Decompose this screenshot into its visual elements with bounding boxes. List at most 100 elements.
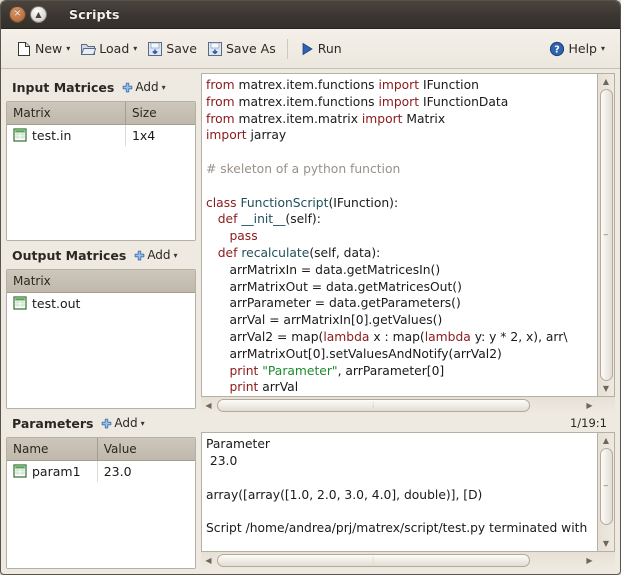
parameter-name-cell[interactable]: param1 <box>7 460 98 482</box>
console-output-content: Parameter 23.0 array([array([1.0, 2.0, 3… <box>202 433 597 537</box>
console-vscroll-track[interactable]: ━ <box>599 447 613 537</box>
editor-vertical-scrollbar[interactable]: ▲ ━ ▼ <box>598 73 615 398</box>
console-line: array([array([1.0, 2.0, 3.0, 4.0], doubl… <box>206 487 483 502</box>
code-line: from matrex.item.functions import IFunct… <box>206 77 597 94</box>
grip-icon: ⋮ <box>369 401 378 410</box>
code-line: import jarray <box>206 127 597 144</box>
script-editor[interactable]: from matrex.item.functions import IFunct… <box>201 73 598 398</box>
input-matrices-table-wrap[interactable]: Matrix Size test.in 1x4 <box>6 101 196 241</box>
chevron-down-icon[interactable]: ▾ <box>66 44 70 53</box>
window-title: Scripts <box>69 7 120 22</box>
code-line: arrMatrixOut = data.getMatricesOut() <box>206 279 597 296</box>
editor-vscroll-thumb[interactable]: ━ <box>599 89 613 382</box>
editor-hscroll-track[interactable]: ⋮ <box>216 399 582 413</box>
chevron-down-icon[interactable]: ▾ <box>162 83 166 92</box>
column-header-name[interactable]: Name <box>7 438 98 461</box>
column-header-matrix[interactable]: Matrix <box>7 270 195 293</box>
console-horizontal-scrollbar[interactable]: ◀ ⋮ ▶ <box>201 552 615 569</box>
shade-window-icon[interactable]: ▲ <box>30 6 47 23</box>
add-output-matrix-button[interactable]: Add ▾ <box>132 247 179 263</box>
scroll-right-icon[interactable]: ▶ <box>583 399 596 412</box>
scroll-up-icon[interactable]: ▲ <box>600 75 613 88</box>
table-row[interactable]: test.out <box>7 292 195 314</box>
script-editor-content[interactable]: from matrex.item.functions import IFunct… <box>202 74 597 396</box>
table-row[interactable]: test.in 1x4 <box>7 124 195 146</box>
new-button[interactable]: New ▾ <box>11 38 75 60</box>
code-token: matrex.item.functions <box>234 78 379 92</box>
console-vertical-scrollbar[interactable]: ▲ ━ ▼ <box>598 432 615 552</box>
scroll-down-icon[interactable]: ▼ <box>600 382 613 395</box>
add-parameter-label: Add <box>114 416 138 430</box>
run-button-label: Run <box>317 41 342 56</box>
parameters-header: Parameters Add ▾ <box>6 409 196 437</box>
code-token: x : map( <box>369 329 425 344</box>
add-parameter-button[interactable]: Add ▾ <box>99 415 146 431</box>
output-matrices-empty-space <box>7 314 195 408</box>
scroll-down-icon[interactable]: ▼ <box>600 537 613 550</box>
chevron-down-icon[interactable]: ▾ <box>133 44 137 53</box>
console-output[interactable]: Parameter 23.0 array([array([1.0, 2.0, 3… <box>201 432 598 552</box>
console-vscroll-thumb[interactable]: ━ <box>599 448 613 526</box>
editor-vscroll-track[interactable]: ━ <box>599 88 613 382</box>
save-button-label: Save <box>166 41 197 56</box>
table-row[interactable]: param1 23.0 <box>7 460 195 482</box>
code-token: arrVal = arrMatrixIn[0].getValues() <box>206 313 443 328</box>
column-header-matrix[interactable]: Matrix <box>7 102 126 125</box>
code-line: print arrVal <box>206 379 597 396</box>
parameters-empty-space <box>7 482 195 568</box>
column-header-size[interactable]: Size <box>125 102 195 125</box>
input-matrices-empty-space <box>7 146 195 240</box>
save-button[interactable]: Save <box>142 38 202 60</box>
matrix-icon <box>13 296 27 310</box>
parameter-value[interactable]: 23.0 <box>97 460 195 482</box>
console-hscroll-track[interactable]: ⋮ <box>216 554 582 567</box>
scroll-right-icon[interactable]: ▶ <box>583 554 596 567</box>
scroll-left-icon[interactable]: ◀ <box>202 399 215 412</box>
column-header-value[interactable]: Value <box>97 438 195 461</box>
input-matrices-title: Input Matrices <box>12 79 115 95</box>
grip-icon: ━ <box>603 482 609 491</box>
add-output-matrix-label: Add <box>147 248 171 262</box>
code-token: arrVal <box>258 380 299 395</box>
editor-horizontal-scrollbar[interactable]: ◀ ⋮ ▶ <box>201 397 615 415</box>
code-token: # skeleton of a python function <box>206 161 401 176</box>
close-icon[interactable]: ✕ <box>9 6 26 23</box>
chevron-down-icon[interactable]: ▾ <box>601 44 605 53</box>
output-matrices-panel: Output Matrices Add ▾ Matrix test.out <box>6 241 196 409</box>
left-sidebar: Input Matrices Add ▾ Matrix Size test.in… <box>6 73 196 569</box>
input-matrices-header: Input Matrices Add ▾ <box>6 73 196 101</box>
parameters-table: Name Value param1 23.0 <box>7 438 195 482</box>
help-button[interactable]: ? Help ▾ <box>544 38 610 60</box>
code-line: from matrex.item.matrix import Matrix <box>206 111 597 128</box>
code-token: (self, data): <box>309 245 381 260</box>
chevron-down-icon[interactable]: ▾ <box>174 251 178 260</box>
code-token: arrMatrixOut = data.getMatricesOut() <box>206 279 462 294</box>
code-token: from <box>206 111 235 126</box>
output-matrices-table-wrap[interactable]: Matrix test.out <box>6 269 196 409</box>
input-matrix-name-cell[interactable]: test.in <box>7 124 126 146</box>
console-hscroll-thumb[interactable]: ⋮ <box>217 554 531 567</box>
editor-hscroll-thumb[interactable]: ⋮ <box>217 399 531 413</box>
output-matrix-name-cell[interactable]: test.out <box>7 292 195 314</box>
code-token: y: y * 2, x), arr\ <box>470 329 568 344</box>
input-matrix-size: 1x4 <box>131 127 156 143</box>
chevron-down-icon[interactable]: ▾ <box>141 419 145 428</box>
code-token: arrMatrixOut[0].setValuesAndNotify(arrVa… <box>206 346 502 361</box>
save-as-button[interactable]: Save As <box>202 38 281 60</box>
scroll-up-icon[interactable]: ▲ <box>600 434 613 447</box>
grip-icon: ━ <box>603 230 609 239</box>
code-token: arrParameter = data.getParameters() <box>206 296 461 311</box>
load-button[interactable]: Load ▾ <box>75 38 142 60</box>
console-output-area: Parameter 23.0 array([array([1.0, 2.0, 3… <box>201 432 615 569</box>
table-header-row: Matrix <box>7 270 195 293</box>
parameters-table-wrap[interactable]: Name Value param1 23.0 <box>6 437 196 569</box>
run-button[interactable]: Run <box>294 38 347 60</box>
scroll-left-icon[interactable]: ◀ <box>202 554 215 567</box>
code-token: pass <box>229 229 258 244</box>
code-token: lambda <box>323 329 370 344</box>
add-input-matrix-button[interactable]: Add ▾ <box>120 79 167 95</box>
